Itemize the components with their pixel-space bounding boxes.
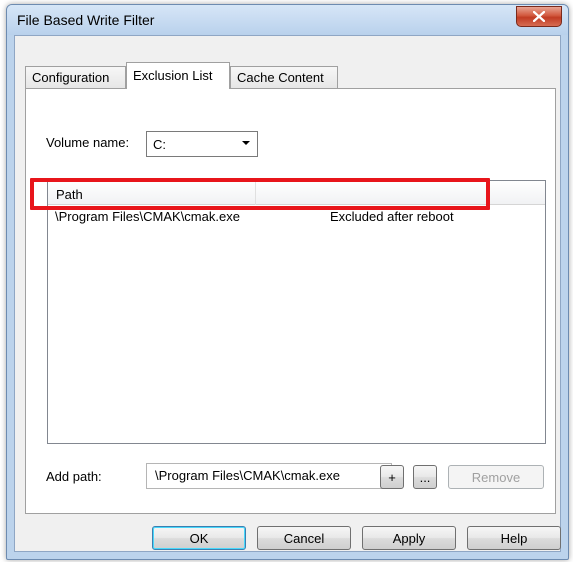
dialog-window: File Based Write Filter Configuration Ex… <box>6 4 569 560</box>
volume-name-label: Volume name: <box>46 135 130 150</box>
row-status: Excluded after reboot <box>330 209 454 224</box>
exclusion-list-view[interactable]: Path \Program Files\CMAK\cmak.exe Exclud… <box>47 180 546 444</box>
tab-label: Cache Content <box>237 70 324 85</box>
browse-button-label: ... <box>419 469 431 485</box>
add-button-label: + <box>388 469 396 485</box>
add-path-value: \Program Files\CMAK\cmak.exe <box>155 468 340 483</box>
add-path-input[interactable]: \Program Files\CMAK\cmak.exe <box>146 463 392 489</box>
add-path-label: Add path: <box>46 469 102 484</box>
tab-exclusion-list[interactable]: Exclusion List <box>126 62 230 89</box>
title-bar[interactable]: File Based Write Filter <box>7 5 568 35</box>
close-icon <box>533 11 545 22</box>
ok-button[interactable]: OK <box>152 526 246 550</box>
tab-configuration[interactable]: Configuration <box>25 66 126 88</box>
help-button[interactable]: Help <box>467 526 561 550</box>
cancel-button[interactable]: Cancel <box>257 526 351 550</box>
table-row[interactable]: \Program Files\CMAK\cmak.exe Excluded af… <box>48 209 545 227</box>
volume-name-dropdown[interactable]: C: <box>146 131 258 157</box>
highlight-annotation-box <box>30 178 490 210</box>
ok-button-label: OK <box>189 530 209 546</box>
close-button[interactable] <box>516 6 562 27</box>
help-button-label: Help <box>500 530 528 546</box>
apply-button-label: Apply <box>392 530 426 546</box>
browse-button[interactable]: ... <box>413 465 437 489</box>
row-path: \Program Files\CMAK\cmak.exe <box>55 209 240 224</box>
exclusion-list-panel: Volume name: C: Path \Program Files\CMAK… <box>25 88 556 514</box>
window-title: File Based Write Filter <box>17 12 155 28</box>
dialog-client-area: Configuration Exclusion List Cache Conte… <box>14 35 561 552</box>
volume-selected-value: C: <box>153 137 166 152</box>
add-path-button[interactable]: + <box>380 465 404 489</box>
remove-button[interactable]: Remove <box>448 465 544 489</box>
tab-label: Configuration <box>32 70 110 85</box>
apply-button[interactable]: Apply <box>362 526 456 550</box>
cancel-button-label: Cancel <box>283 530 325 546</box>
remove-button-label: Remove <box>471 469 521 485</box>
chevron-down-icon <box>242 141 250 145</box>
tab-cache-content[interactable]: Cache Content <box>230 66 338 88</box>
tab-label: Exclusion List <box>133 68 213 83</box>
